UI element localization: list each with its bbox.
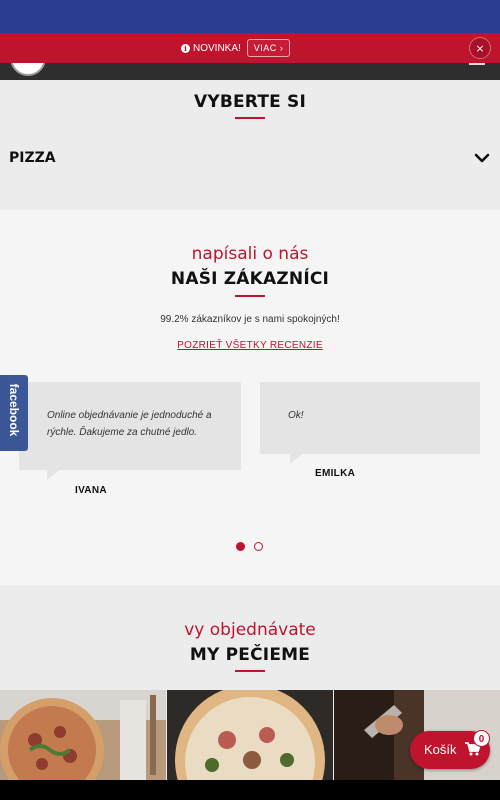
close-icon[interactable]: ×	[469, 37, 491, 59]
status-bar	[0, 0, 500, 33]
review-text: Ok!	[288, 410, 304, 421]
category-pizza[interactable]: PIZZA	[9, 150, 56, 166]
all-reviews-link[interactable]: POZRIEŤ VŠETKY RECENZIE	[0, 340, 500, 351]
notice-bar: i NOVINKA! VIAC › ×	[0, 33, 500, 63]
title-underline	[235, 295, 265, 297]
site-header	[0, 63, 500, 80]
notice-more-button[interactable]: VIAC ›	[246, 39, 291, 57]
order-section: vy objednávate MY PEČIEME	[0, 585, 500, 690]
page: i NOVINKA! VIAC › × VYBERTE SI PIZZA nap…	[0, 0, 500, 800]
facebook-tab[interactable]: facebook	[0, 375, 28, 451]
review-tail	[47, 470, 59, 480]
cart-label: Košík	[424, 742, 457, 757]
review-card: Ok!	[260, 382, 480, 454]
pick-section: VYBERTE SI PIZZA	[0, 80, 500, 210]
pick-title: VYBERTE SI	[193, 92, 307, 112]
order-title: MY PEČIEME	[189, 645, 311, 665]
info-icon: i	[181, 43, 190, 53]
review-text: Online objednávanie je jednoduché a rých…	[47, 410, 212, 438]
cart-count-badge: 0	[473, 730, 490, 747]
order-subtitle: vy objednávate	[184, 620, 316, 640]
reviews-subtitle: napísali o nás	[191, 244, 309, 264]
chevron-down-icon[interactable]	[474, 152, 490, 164]
title-underline	[235, 117, 265, 119]
pizza-photo	[167, 690, 333, 780]
notice-text: NOVINKA!	[193, 42, 241, 54]
review-author: IVANA	[75, 485, 107, 496]
title-underline	[235, 670, 265, 672]
notice-more-label: VIAC	[253, 43, 277, 53]
bottom-bar	[0, 780, 500, 800]
review-author: EMILKA	[315, 468, 356, 479]
review-tail	[290, 454, 302, 464]
arrow-right-icon: ›	[279, 43, 284, 53]
reviews-title: NAŠI ZÁKAZNÍCI	[170, 269, 330, 289]
pizza-photo	[0, 690, 166, 780]
satisfaction-text: 99.2% zákazníkov je s nami spokojných!	[160, 314, 340, 325]
review-card: Online objednávanie je jednoduché a rých…	[19, 382, 241, 470]
facebook-label: facebook	[7, 383, 21, 437]
reviews-section: napísali o nás NAŠI ZÁKAZNÍCI 99.2% záka…	[0, 210, 500, 585]
carousel-dot[interactable]	[236, 542, 245, 551]
notice-content: i NOVINKA! VIAC ›	[181, 38, 291, 58]
carousel-dot[interactable]	[254, 542, 263, 551]
